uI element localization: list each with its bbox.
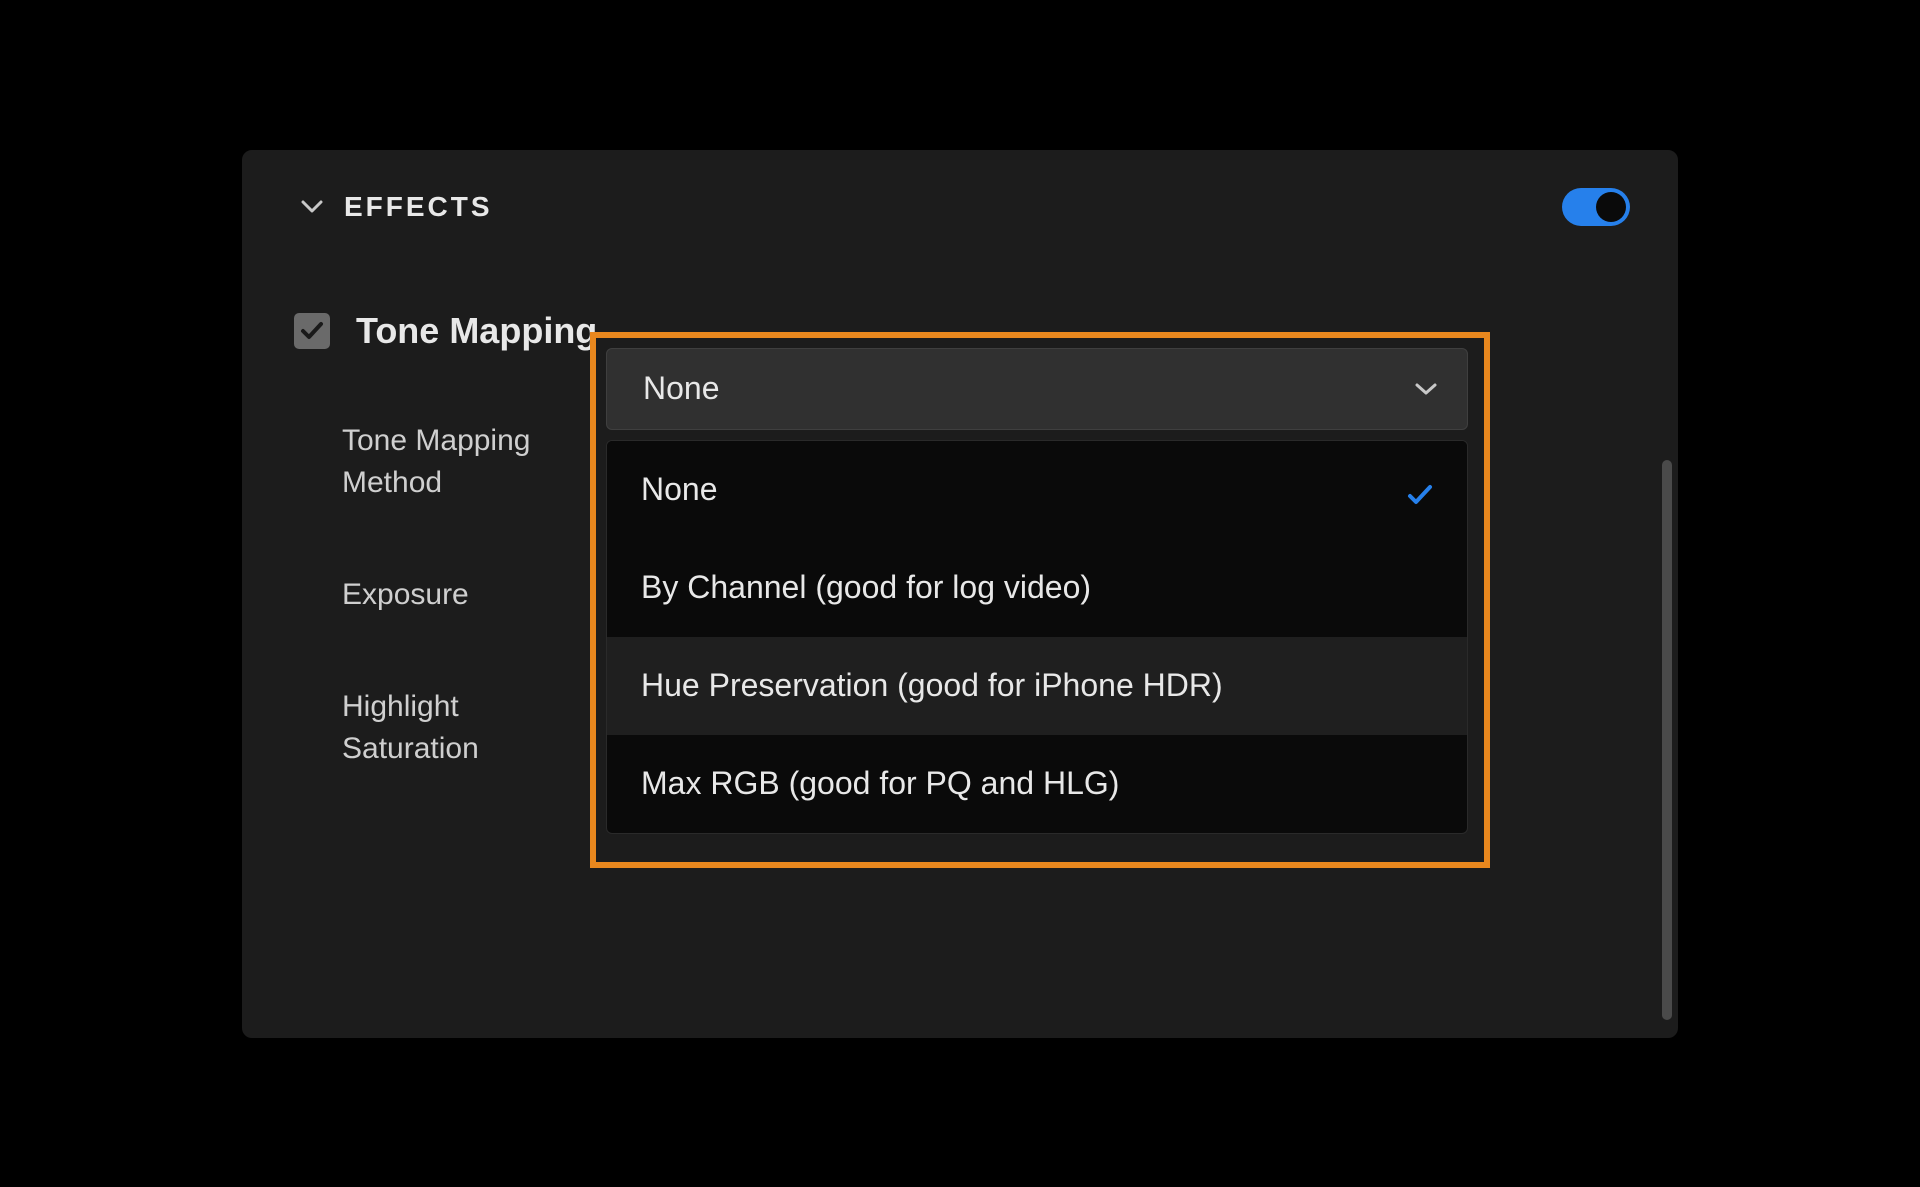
dropdown-item-none[interactable]: None <box>607 441 1467 539</box>
effects-header: EFFECTS <box>242 150 1678 226</box>
dropdown-item-label: None <box>641 471 1407 508</box>
dropdown-item-max-rgb[interactable]: Max RGB (good for PQ and HLG) <box>607 735 1467 833</box>
dropdown-item-label: Hue Preservation (good for iPhone HDR) <box>641 667 1433 704</box>
section-title: EFFECTS <box>344 191 493 223</box>
tone-mapping-method-dropdown: None None By Channel (good for log video… <box>596 338 1484 834</box>
tone-mapping-checkbox[interactable] <box>294 313 330 349</box>
chevron-down-icon <box>1413 376 1439 402</box>
toggle-knob <box>1596 192 1626 222</box>
dropdown-item-hue-preservation[interactable]: Hue Preservation (good for iPhone HDR) <box>607 637 1467 735</box>
dropdown-selected-value: None <box>643 370 1413 407</box>
check-icon <box>1407 477 1433 503</box>
highlight-saturation-label: Highlight Saturation <box>342 674 602 770</box>
tone-mapping-controls: Tone Mapping Method Exposure Highlight S… <box>242 352 1678 770</box>
dropdown-item-label: By Channel (good for log video) <box>641 569 1433 606</box>
dropdown-item-label: Max RGB (good for PQ and HLG) <box>641 765 1433 802</box>
effects-toggle[interactable] <box>1562 188 1630 226</box>
tone-mapping-title: Tone Mapping <box>356 310 597 352</box>
tone-mapping-method-label: Tone Mapping Method <box>342 408 602 504</box>
scrollbar[interactable] <box>1662 460 1672 1020</box>
dropdown-item-by-channel[interactable]: By Channel (good for log video) <box>607 539 1467 637</box>
chevron-down-icon[interactable] <box>298 193 326 221</box>
exposure-label: Exposure <box>342 562 602 616</box>
dropdown-list: None By Channel (good for log video) Hue… <box>606 440 1468 834</box>
effects-panel: EFFECTS Tone Mapping Tone Mapping Method… <box>240 148 1680 1040</box>
dropdown-trigger[interactable]: None <box>606 348 1468 430</box>
